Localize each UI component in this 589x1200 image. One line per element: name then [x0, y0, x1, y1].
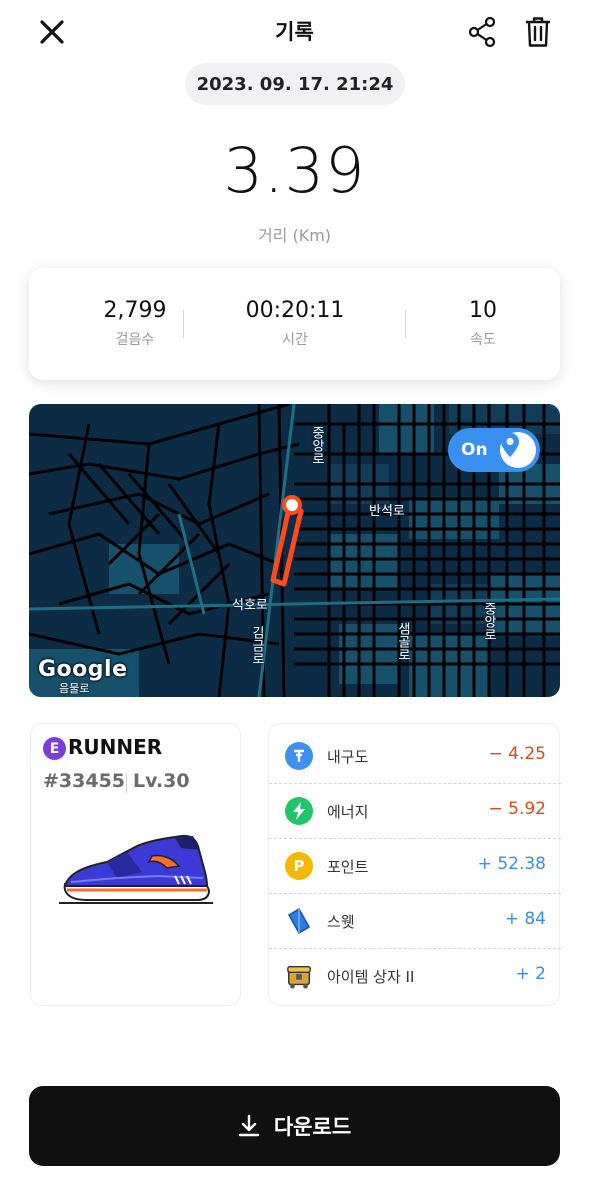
point-icon: P	[285, 852, 313, 880]
reward-value: + 84	[504, 909, 546, 929]
map-label-saemgol: 샘골로	[395, 622, 410, 661]
reward-row-durability: 내구도 − 4.25	[269, 728, 561, 783]
stat-speed: 10 속도	[403, 298, 563, 349]
speed-label: 속도	[470, 332, 496, 348]
download-button[interactable]: 다운로드	[29, 1086, 560, 1166]
nft-id: #33455	[43, 770, 126, 792]
nft-level: Lv.30	[133, 770, 190, 792]
running-shoe-image	[59, 834, 213, 904]
map-label-bottom: 음물로	[59, 682, 90, 695]
reward-label: 에너지	[327, 803, 369, 821]
reward-label: 아이템 상자 II	[327, 968, 415, 986]
map-label-jungang-north: 중앙로	[309, 426, 324, 465]
distance-value: 3.39	[223, 134, 366, 207]
durability-icon	[285, 742, 313, 770]
download-label: 다운로드	[273, 1115, 352, 1139]
location-pin-icon	[501, 433, 519, 457]
time-label: 시간	[282, 332, 308, 348]
reward-row-item-box: 아이템 상자 II + 2	[269, 948, 561, 1003]
reward-label: 내구도	[327, 748, 369, 766]
map-label-gimgeum: 김금로	[249, 626, 264, 665]
energy-icon	[285, 797, 313, 825]
distance-label: 거리 (Km)	[257, 226, 332, 245]
map-label-seokho: 석호로	[232, 598, 268, 613]
map-toggle[interactable]: On	[448, 428, 540, 472]
delete-button[interactable]	[516, 12, 560, 52]
toggle-knob	[500, 432, 536, 468]
stat-time: 00:20:11 시간	[215, 298, 375, 349]
speed-value: 10	[469, 298, 497, 323]
reward-row-energy: 에너지 − 5.92	[269, 783, 561, 838]
nft-divider	[126, 774, 127, 793]
steps-label: 걸음수	[115, 332, 155, 348]
share-button[interactable]	[460, 12, 504, 52]
record-datetime: 2023. 09. 17. 21:24	[185, 63, 405, 105]
header: 기록	[0, 0, 589, 64]
item-box-icon	[285, 962, 313, 990]
reward-row-sweat: 스웻 + 84	[269, 893, 561, 948]
stat-divider	[183, 310, 184, 338]
nft-type: RUNNER	[68, 735, 163, 759]
reward-value: − 4.25	[488, 744, 547, 764]
google-logo: Google	[38, 657, 128, 682]
reward-row-point: P 포인트 + 52.38	[269, 838, 561, 893]
reward-value: + 2	[515, 964, 546, 984]
reward-label: 포인트	[327, 858, 369, 876]
route-map[interactable]: 중앙로 반석로 석호로 김금로 샘골로 중앙로 음물로 Google On	[29, 404, 560, 697]
reward-value: − 5.92	[488, 799, 547, 819]
steps-value: 2,799	[103, 298, 167, 323]
stats-card: 2,799 걸음수 00:20:11 시간 10 속도	[29, 268, 560, 380]
reward-value: + 52.38	[477, 854, 546, 874]
trash-icon	[526, 17, 550, 47]
download-icon	[238, 1114, 260, 1137]
map-label-jungang-south: 중앙로	[481, 602, 496, 641]
sweat-crystal-icon	[285, 907, 313, 935]
stat-steps: 2,799 걸음수	[55, 298, 215, 349]
time-value: 00:20:11	[245, 298, 345, 323]
toggle-label: On	[461, 440, 488, 460]
reward-label: 스웻	[327, 913, 355, 931]
nft-type-badge: E	[43, 737, 66, 760]
share-icon	[468, 16, 496, 48]
map-label-banseok: 반석로	[369, 504, 405, 519]
nft-card[interactable]: E RUNNER #33455 Lv.30	[30, 723, 241, 1006]
rewards-card: 내구도 − 4.25 에너지 − 5.92 P 포인트 + 52.38 스웻 +…	[268, 723, 561, 1006]
